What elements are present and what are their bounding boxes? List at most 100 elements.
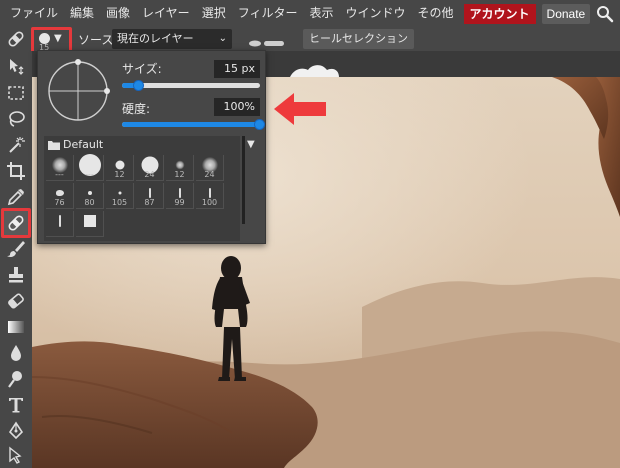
menu-filter[interactable]: フィルター	[232, 0, 304, 27]
menu-layer[interactable]: レイヤー	[136, 0, 196, 27]
brush-tip-icon	[208, 188, 211, 198]
brush-preset-item[interactable]	[76, 211, 104, 237]
lasso-icon	[9, 111, 25, 127]
brush-preset-item[interactable]: ---	[46, 155, 74, 181]
tool-bar	[0, 51, 32, 468]
preset-scrollbar[interactable]	[242, 136, 245, 224]
brush-preset-item[interactable]: 100	[196, 183, 224, 209]
dropdown-arrow-icon: ▼	[54, 33, 62, 44]
brush-preset-size-label: 12	[114, 170, 125, 179]
menu-window[interactable]: ウインドウ	[339, 0, 411, 27]
text-icon	[9, 398, 23, 413]
magic-wand-icon	[9, 137, 25, 153]
menu-edit[interactable]: 編集	[64, 0, 100, 27]
brush-preset-size-label: 105	[111, 198, 128, 207]
annotation-arrow-icon	[274, 93, 326, 125]
path-select-icon	[9, 446, 22, 464]
brush-preset-size-label: 24	[204, 170, 215, 179]
source-select-value: 現在のレイヤー	[117, 32, 194, 45]
eyedropper-icon	[7, 189, 24, 206]
brush-preset-item[interactable]: 76	[46, 183, 74, 209]
brush-preset-item[interactable]: 99	[166, 183, 194, 209]
brush-preset-size-label: ---	[85, 170, 94, 179]
crop-icon	[7, 162, 25, 180]
preset-folder-name: Default	[63, 138, 104, 151]
hardness-input[interactable]: 100%	[214, 98, 260, 116]
magic-wand-tool[interactable]	[4, 133, 28, 157]
brush-preset-item[interactable]: 105	[106, 183, 134, 209]
dodge-tool[interactable]	[4, 367, 28, 391]
brush-preset-size-label: 80	[84, 198, 95, 207]
bandage-icon	[8, 215, 24, 231]
brush-tip-icon	[118, 191, 121, 195]
path-select-tool[interactable]	[4, 444, 28, 468]
marquee-tool[interactable]	[4, 81, 28, 105]
brush-preset-size-label: 76	[54, 198, 65, 207]
lasso-tool[interactable]	[4, 107, 28, 131]
menu-file[interactable]: ファイル	[4, 0, 64, 27]
brush-preset-item[interactable]: 12	[166, 155, 194, 181]
menu-select[interactable]: 選択	[196, 0, 232, 27]
donate-button[interactable]: Donate	[541, 3, 591, 24]
marquee-icon	[8, 86, 24, 100]
move-tool[interactable]	[4, 55, 28, 79]
options-bar: ▼ 15 ソース: 現在のレイヤー ⌄ ヒールセレクション	[0, 27, 620, 55]
brush-tip-icon	[115, 160, 124, 170]
menu-view[interactable]: 表示	[303, 0, 339, 27]
preset-folder-header[interactable]: Default	[44, 136, 240, 153]
gradient-tool[interactable]	[4, 315, 28, 339]
brush-icon	[7, 241, 25, 257]
brush-preset-size-label: 100	[201, 198, 218, 207]
brush-tip-icon	[55, 190, 64, 196]
brush-preset-item[interactable]: 87	[136, 183, 164, 209]
menu-more[interactable]: その他	[412, 0, 460, 27]
stamp-icon	[9, 267, 23, 283]
size-slider-thumb[interactable]	[133, 80, 144, 91]
text-tool[interactable]	[4, 393, 28, 417]
search-icon[interactable]	[596, 3, 614, 25]
brush-preset-item[interactable]: 24	[136, 155, 164, 181]
brush-tip-icon	[58, 215, 61, 227]
chevron-down-icon: ⌄	[218, 33, 227, 44]
eraser-tool[interactable]	[4, 289, 28, 313]
brush-tip-icon	[83, 215, 96, 227]
preset-menu-icon[interactable]: ▼	[247, 139, 255, 150]
eraser-icon	[8, 293, 24, 309]
blur-tool[interactable]	[4, 341, 28, 365]
brush-preset-item[interactable]: 24	[196, 155, 224, 181]
brush-preset-item[interactable]: 12	[106, 155, 134, 181]
clone-stamp-tool[interactable]	[4, 263, 28, 287]
hardness-slider-fill	[122, 122, 260, 127]
brush-preset-size-label: 99	[174, 198, 185, 207]
hardness-label: 硬度:	[122, 102, 151, 116]
brush-preset-size-label: 87	[144, 198, 155, 207]
brush-tip-icon	[178, 188, 181, 198]
brush-shape-icon[interactable]	[248, 36, 286, 47]
brush-tool[interactable]	[4, 237, 28, 261]
account-button[interactable]: アカウント	[463, 3, 536, 24]
spot-heal-tool[interactable]	[1, 208, 31, 238]
move-icon	[10, 59, 24, 75]
menu-bar: ファイル 編集 画像 レイヤー 選択 フィルター 表示 ウインドウ その他 アカ…	[0, 0, 620, 27]
pen-tool[interactable]	[4, 419, 28, 443]
size-label: サイズ:	[122, 62, 162, 76]
brush-preset-grid: --- --- 12 24 12 24 76 80 105 87 99 100	[44, 153, 240, 241]
menu-image[interactable]: 画像	[100, 0, 136, 27]
heal-selection-button[interactable]: ヒールセレクション	[303, 29, 414, 49]
brush-preset-size-label: 24	[144, 170, 155, 179]
dodge-icon	[8, 371, 22, 388]
bandage-icon	[6, 29, 26, 49]
brush-preset-item[interactable]	[46, 211, 74, 237]
brush-tip-icon	[148, 188, 151, 198]
source-select[interactable]: 現在のレイヤー ⌄	[112, 29, 232, 49]
brush-preset-item[interactable]: 80	[76, 183, 104, 209]
drop-icon	[11, 345, 21, 361]
size-input[interactable]: 15 px	[214, 60, 260, 78]
brush-angle-preview[interactable]	[46, 59, 110, 123]
hardness-slider-thumb[interactable]	[254, 119, 265, 130]
folder-icon	[48, 141, 60, 150]
eyedropper-tool[interactable]	[4, 185, 28, 209]
crop-tool[interactable]	[4, 159, 28, 183]
brush-preset-item[interactable]: ---	[76, 154, 104, 181]
pen-icon	[8, 421, 24, 440]
